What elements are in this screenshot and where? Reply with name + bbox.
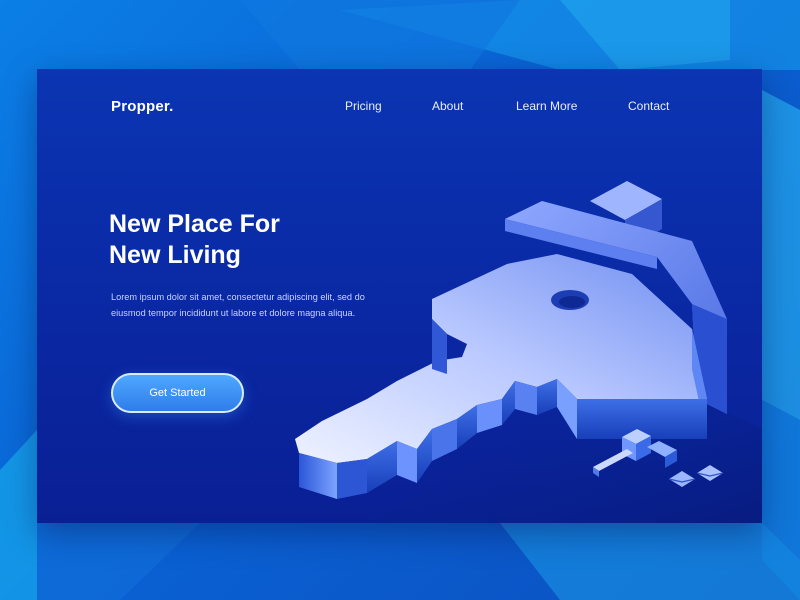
nav-link-contact[interactable]: Contact [628,99,688,113]
hero-description: Lorem ipsum dolor sit amet, consectetur … [111,292,365,318]
brand-logo[interactable]: Propper. [111,98,173,115]
landing-card: Propper. Pricing About Learn More Contac… [37,69,762,523]
nav-link-pricing[interactable]: Pricing [345,99,405,113]
nav-link-learn-more[interactable]: Learn More [516,99,596,113]
get-started-button[interactable]: Get Started [111,373,244,413]
hero-title-line-1: New Place For [109,210,280,238]
nav-link-about[interactable]: About [432,99,492,113]
hero-title-line-2: New Living [109,241,241,269]
hero-title: New Place For New Living [109,209,369,271]
